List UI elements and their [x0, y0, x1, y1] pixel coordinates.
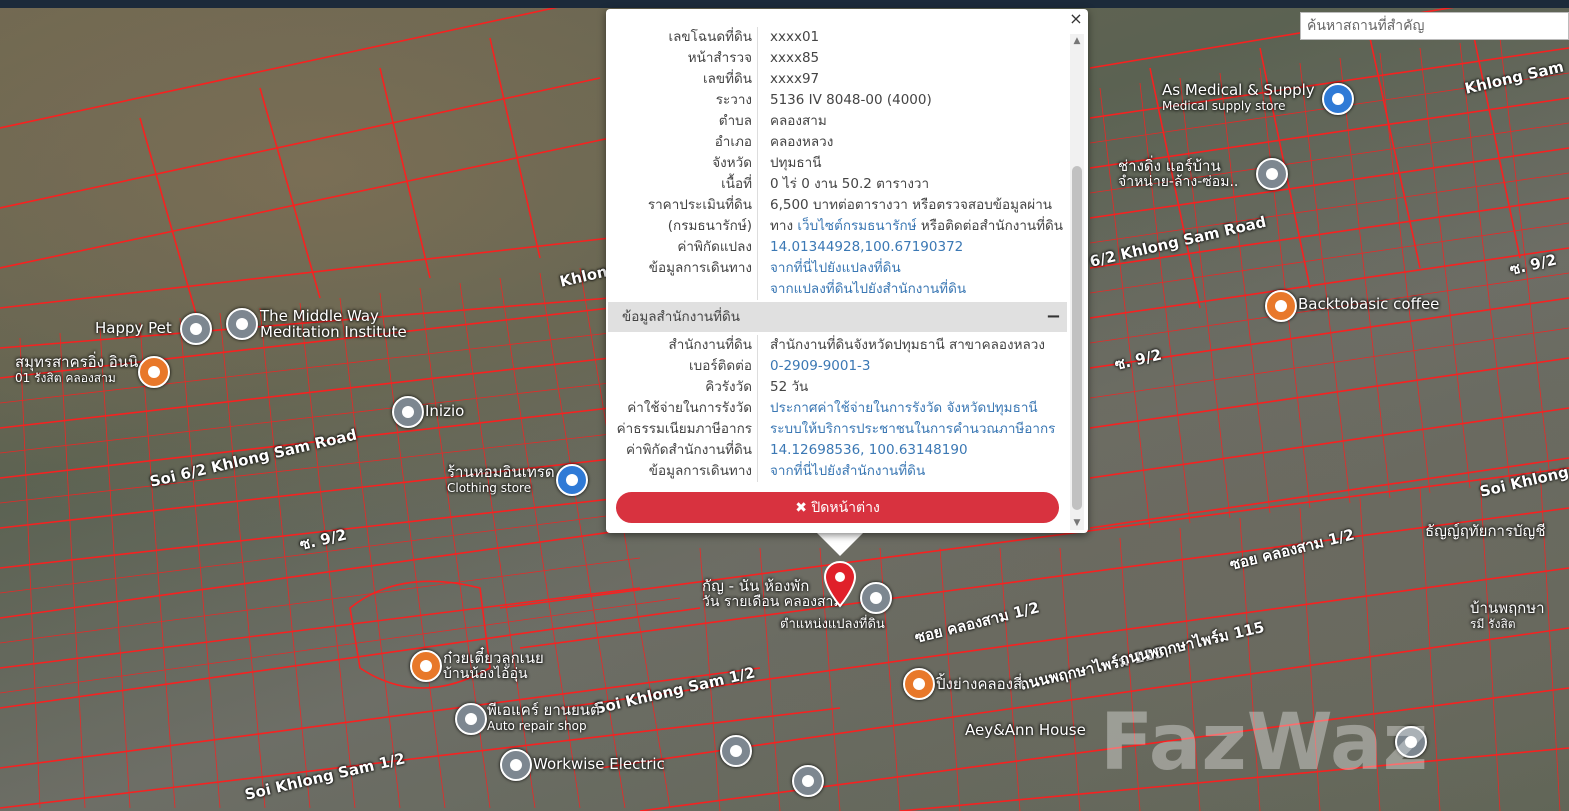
map-pin-icon[interactable]	[720, 735, 752, 767]
map-pin-icon[interactable]	[180, 313, 212, 345]
scroll-up-arrow-icon[interactable]: ▲	[1070, 34, 1084, 48]
map-pin-icon[interactable]	[1256, 158, 1288, 190]
detail-row: ราคาประเมินที่ดิน 6,500 บาทต่อตารางวา หรื…	[606, 195, 1068, 216]
fazwaz-watermark-logo: FazWaz	[1100, 698, 1429, 788]
shop-pin-icon[interactable]	[1322, 83, 1354, 115]
directions-to-office-link[interactable]: จากที่นี่ไปยังสำนักงานที่ดิน	[770, 461, 925, 482]
detail-row: เลขโฉนดที่ดิน xxxx01	[606, 27, 1068, 48]
office-row: คิวรังวัด 52 วัน	[606, 377, 1068, 398]
poi-label[interactable]: ปิ้งย่างคลองสี่	[936, 676, 1022, 692]
top-bar	[0, 0, 1569, 8]
parcel-location-marker-icon[interactable]	[822, 560, 858, 608]
restaurant-pin-icon[interactable]	[410, 650, 442, 682]
poi-label[interactable]: พีเอแคร์ ยานยนต์ Auto repair shop	[487, 702, 600, 734]
poi-label[interactable]: ช่างดิ่ง แอร์บ้าน จำหน่าย-ล้าง-ซ่อม..	[1118, 158, 1238, 190]
shop-pin-icon[interactable]	[556, 464, 588, 496]
detail-row: เลขที่ดิน xxxx97	[606, 69, 1068, 90]
map-pin-icon[interactable]	[860, 582, 892, 614]
marker-label: ตำแหน่งแปลงที่ดิน	[780, 617, 885, 632]
poi-label[interactable]: As Medical & Supply Medical supply store	[1162, 82, 1315, 114]
restaurant-pin-icon[interactable]	[138, 356, 170, 388]
search-input[interactable]	[1300, 12, 1569, 40]
detail-row: ตำบล คลองสาม	[606, 111, 1068, 132]
office-row: ค่าใช้จ่ายในการรังวัด ประกาศค่าใช้จ่ายในก…	[606, 398, 1068, 419]
poi-label[interactable]: The Middle Way Meditation Institute	[260, 308, 407, 340]
poi-label[interactable]: Aey&Ann House	[965, 722, 1086, 738]
poi-label[interactable]: Workwise Electric	[533, 756, 665, 772]
office-row: เบอร์ติดต่อ 0-2909-9001-3	[606, 356, 1068, 377]
directions-to-parcel-link[interactable]: จากที่นี่ไปยังแปลงที่ดิน	[770, 258, 901, 279]
poi-label[interactable]: บ้านพฤกษา รมี รังสิต	[1470, 600, 1545, 632]
detail-row: อำเภอ คลองหลวง	[606, 132, 1068, 153]
poi-label[interactable]: Happy Pet	[95, 320, 172, 336]
detail-row: จากแปลงที่ดินไปยังสำนักงานที่ดิน	[606, 279, 1068, 300]
map-pin-icon[interactable]	[792, 765, 824, 797]
map-pin-icon[interactable]	[500, 749, 532, 781]
office-row: ค่าธรรมเนียมภาษีอากร ระบบให้บริการประชาชน…	[606, 419, 1068, 440]
poi-label[interactable]: Backtobasic coffee	[1298, 296, 1439, 312]
poi-label[interactable]: สมุทรสาครอิ่ง อินนิ 01 รังสิต คลองสาม	[15, 354, 138, 386]
tax-calculator-link[interactable]: ระบบให้บริการประชาชนในการคำนวณภาษีอากร	[770, 419, 1055, 440]
map-pin-icon[interactable]	[392, 396, 424, 428]
cafe-pin-icon[interactable]	[1265, 290, 1297, 322]
detail-row: ข้อมูลการเดินทาง จากที่นี่ไปยังแปลงที่ดิน	[606, 258, 1068, 279]
detail-row: จังหวัด ปทุมธานี	[606, 153, 1068, 174]
poi-label[interactable]: ธัญญ์ฤทัยการบัญชี	[1425, 523, 1546, 539]
close-window-button[interactable]: ✖ ปิดหน้าต่าง	[616, 492, 1059, 523]
poi-label[interactable]: ก๋วยเตี๋ยวลูกเนย บ้านน้องไอ้อุ่น	[443, 650, 544, 682]
detail-row: ค่าพิกัดแปลง 14.01344928,100.67190372	[606, 237, 1068, 258]
popup-tail	[816, 532, 864, 556]
detail-row: (กรมธนารักษ์) ทาง เว็บไซต์กรมธนารักษ์ หรื…	[606, 216, 1068, 237]
popup-scrollbar[interactable]: ▲ ▼	[1070, 34, 1084, 530]
land-info-popup: เลขโฉนดที่ดิน xxxx01 หน้าสำรวจ xxxx85 เลขท…	[606, 9, 1088, 533]
survey-cost-link[interactable]: ประกาศค่าใช้จ่ายในการรังวัด จังหวัดปทุมธ…	[770, 398, 1038, 419]
restaurant-pin-icon[interactable]	[903, 668, 935, 700]
school-pin-icon[interactable]	[226, 308, 258, 340]
treasury-website-link[interactable]: เว็บไซต์กรมธนารักษ์	[797, 218, 916, 234]
map-pin-icon[interactable]	[455, 703, 487, 735]
office-row: ข้อมูลการเดินทาง จากที่นี่ไปยังสำนักงานที…	[606, 461, 1068, 482]
phone-link[interactable]: 0-2909-9001-3	[770, 356, 871, 377]
office-coordinate-link[interactable]: 14.12698536, 100.63148190	[770, 440, 968, 461]
poi-label[interactable]: Inizio	[425, 403, 464, 419]
close-icon[interactable]: ×	[1067, 10, 1085, 28]
directions-parcel-to-office-link[interactable]: จากแปลงที่ดินไปยังสำนักงานที่ดิน	[770, 279, 966, 300]
detail-row: หน้าสำรวจ xxxx85	[606, 48, 1068, 69]
scroll-down-arrow-icon[interactable]: ▼	[1070, 516, 1084, 530]
detail-row: ระวาง 5136 IV 8048-00 (4000)	[606, 90, 1068, 111]
poi-label[interactable]: ร้านหอมอินเทรด Clothing store	[447, 464, 555, 496]
office-row: ค่าพิกัดสำนักงานที่ดิน 14.12698536, 100.6…	[606, 440, 1068, 461]
detail-row: เนื้อที่ 0 ไร่ 0 งาน 50.2 ตารางวา	[606, 174, 1068, 195]
land-office-section-header[interactable]: ข้อมูลสำนักงานที่ดิน −	[608, 302, 1067, 332]
office-row: สำนักงานที่ดิน สำนักงานที่ดินจังหวัดปทุมธ…	[606, 335, 1068, 356]
parcel-coordinate-link[interactable]: 14.01344928,100.67190372	[770, 237, 963, 258]
collapse-icon[interactable]: −	[1046, 302, 1061, 332]
scroll-thumb[interactable]	[1072, 166, 1082, 510]
